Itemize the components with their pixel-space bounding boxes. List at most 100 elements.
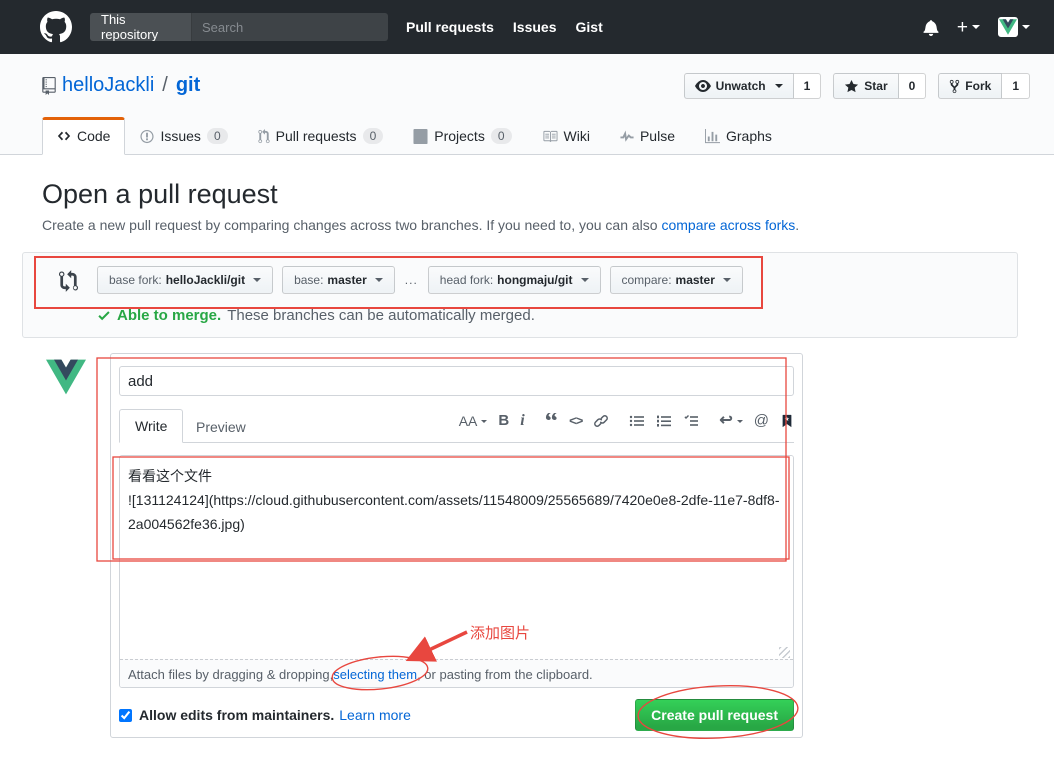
pull-request-form: Write Preview AA B i “ <> [0, 353, 1054, 758]
pr-title-input[interactable] [119, 366, 794, 396]
fork-count[interactable]: 1 [1002, 73, 1030, 99]
repo-name-link[interactable]: git [176, 74, 200, 97]
search-scope-button[interactable]: This repository [90, 13, 192, 41]
tab-issues[interactable]: Issues 0 [125, 117, 242, 155]
markdown-toolbar: AA B i “ <> ↩ @ ★ [459, 413, 794, 429]
tab-graphs[interactable]: Graphs [690, 117, 787, 155]
base-branch-select[interactable]: base: master [282, 266, 395, 294]
attach-text-after: , or pasting from the clipboard. [417, 667, 593, 682]
repo-separator: / [162, 74, 168, 96]
tab-preview[interactable]: Preview [181, 411, 261, 443]
italic-button[interactable]: i [520, 413, 524, 429]
star-count[interactable]: 0 [898, 73, 927, 99]
caret-down-icon [722, 278, 731, 286]
svg-text:★: ★ [784, 416, 789, 423]
header-right: + [923, 0, 1030, 54]
text-size-button[interactable]: AA [459, 413, 488, 429]
tab-write[interactable]: Write [119, 409, 184, 443]
bulleted-list-icon [630, 415, 645, 427]
code-icon [57, 131, 71, 141]
page-title: Open a pull request [42, 179, 278, 209]
header-nav: Pull requests Issues Gist [406, 0, 603, 54]
comment-form-card: Write Preview AA B i “ <> [110, 353, 803, 738]
task-list-button[interactable] [683, 413, 699, 429]
caret-down-icon [253, 278, 262, 286]
star-button[interactable]: Star [833, 73, 899, 99]
create-pull-request-button[interactable]: Create pull request [635, 699, 794, 731]
caret-down-icon [580, 278, 589, 286]
user-menu[interactable] [998, 17, 1030, 37]
subtitle-period: . [795, 217, 800, 233]
tab-code[interactable]: Code [42, 117, 126, 155]
branch-ellipsis: ... [404, 273, 418, 287]
header-search: This repository [90, 13, 388, 41]
pulse-icon [620, 130, 634, 142]
eye-icon [694, 80, 711, 92]
head-fork-select[interactable]: head fork: hongmaju/git [427, 266, 601, 294]
link-icon [594, 415, 609, 427]
branch-compare-bar: base fork: helloJackli/git base: master ..… [22, 252, 1018, 338]
code-button[interactable]: <> [569, 413, 583, 429]
compare-across-forks-link[interactable]: compare across forks [661, 217, 795, 233]
numbered-list-icon [657, 415, 672, 427]
issues-count-badge: 0 [206, 128, 228, 144]
repo-actions: Unwatch 1 Star 0 Fork 1 [683, 73, 1030, 99]
tab-pull-requests[interactable]: Pull requests 0 [243, 117, 399, 155]
resize-handle-icon[interactable] [779, 647, 790, 658]
repo-owner-link[interactable]: helloJackli [62, 74, 154, 97]
editor-tabnav: Write Preview AA B i “ <> ↩ @ ★ [119, 408, 794, 443]
numbered-list-button[interactable] [656, 413, 672, 429]
tab-projects[interactable]: Projects 0 [398, 117, 526, 155]
graph-icon [704, 128, 720, 143]
attach-files-footer: Attach files by dragging & dropping, sel… [120, 659, 793, 687]
page-subtitle: Create a new pull request by comparing c… [42, 217, 799, 233]
create-new-button[interactable]: + [957, 18, 980, 37]
watch-count[interactable]: 1 [793, 73, 822, 99]
pulls-count-badge: 0 [362, 128, 384, 144]
tab-pulse[interactable]: Pulse [605, 117, 690, 155]
tab-wiki[interactable]: Wiki [527, 117, 605, 155]
reference-button[interactable]: ★ [780, 413, 794, 429]
attach-text-before: Attach files by dragging & dropping, [128, 667, 334, 682]
allow-edits-checkbox[interactable] [119, 708, 132, 722]
merge-status-text: Able to merge. [117, 307, 222, 324]
search-input[interactable] [192, 13, 388, 41]
subtitle-text: Create a new pull request by comparing c… [42, 217, 662, 233]
notifications-bell-icon[interactable] [923, 19, 939, 36]
caret-down-icon [1022, 25, 1030, 33]
learn-more-link[interactable]: Learn more [339, 707, 411, 723]
user-avatar[interactable] [998, 17, 1018, 37]
allow-edits-label: Allow edits from maintainers. [139, 707, 335, 723]
fork-icon [950, 79, 960, 93]
base-fork-select[interactable]: base fork: helloJackli/git [97, 266, 274, 294]
caret-down-icon [374, 278, 383, 286]
unwatch-button[interactable]: Unwatch [683, 73, 794, 99]
wiki-book-icon [542, 130, 558, 142]
pull-request-icon [258, 128, 270, 143]
nav-issues[interactable]: Issues [513, 19, 557, 35]
project-icon [413, 128, 428, 144]
repo-breadcrumb: helloJackli / git [42, 74, 200, 97]
pr-body-textarea[interactable]: 看看这个文件 ![131124124](https://cloud.github… [120, 456, 793, 659]
fork-button[interactable]: Fork [938, 73, 1003, 99]
compare-branch-select[interactable]: compare: master [609, 266, 743, 294]
github-logo-icon[interactable] [40, 11, 72, 43]
nav-pull-requests[interactable]: Pull requests [406, 19, 494, 35]
repo-tabs: Code Issues 0 Pull requests 0 Projects 0… [42, 117, 787, 155]
task-list-icon [684, 415, 699, 426]
comment-editor: 看看这个文件 ![131124124](https://cloud.github… [119, 455, 794, 688]
nav-gist[interactable]: Gist [576, 19, 603, 35]
check-icon [98, 311, 110, 321]
mention-button[interactable]: @ [754, 413, 769, 429]
merge-status: Able to merge. These branches can be aut… [97, 307, 535, 324]
quote-button[interactable]: “ [545, 413, 559, 429]
bulleted-list-button[interactable] [629, 413, 645, 429]
projects-count-badge: 0 [490, 128, 512, 144]
select-files-link[interactable]: selecting them [333, 667, 417, 682]
caret-down-icon [774, 84, 783, 92]
user-avatar-large [42, 353, 90, 401]
bold-button[interactable]: B [498, 413, 509, 429]
bookmark-icon: ★ [782, 414, 792, 428]
saved-replies-button[interactable]: ↩ [719, 413, 743, 429]
link-button[interactable] [593, 413, 609, 429]
